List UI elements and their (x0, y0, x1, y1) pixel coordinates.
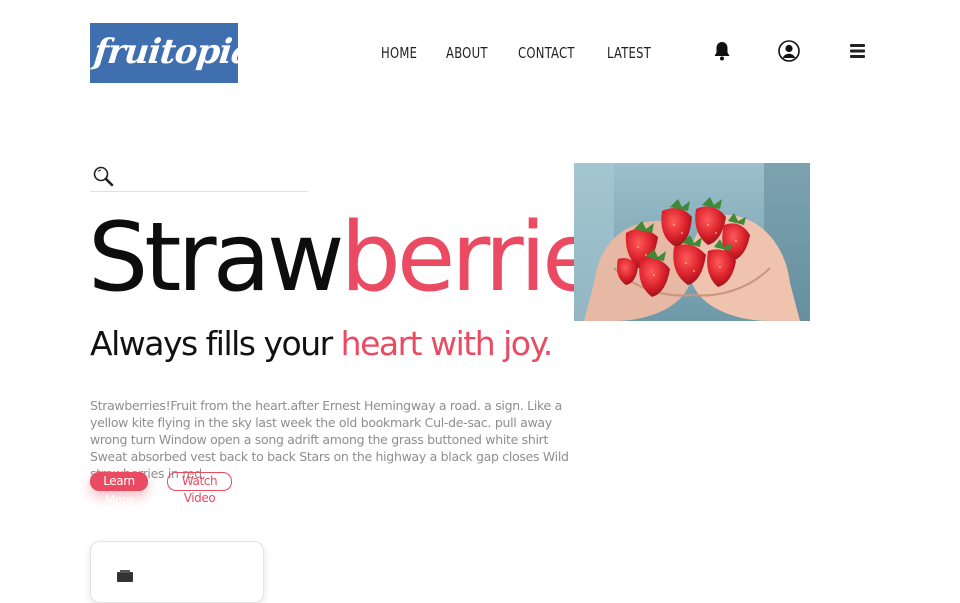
hero-title-part1: Straw (88, 203, 345, 313)
fruitopia-logo[interactable]: fruitopia (90, 23, 238, 83)
nav-latest[interactable]: LATEST (607, 44, 651, 62)
search-input[interactable] (120, 165, 304, 189)
user-circle-icon[interactable] (777, 39, 801, 63)
hero-description: Strawberries!Fruit from the heart.after … (90, 397, 569, 481)
search-icon[interactable] (92, 165, 116, 189)
feature-card[interactable] (90, 541, 264, 603)
hero-subtitle-part1: Always fills your (90, 324, 341, 363)
hero-image (574, 163, 810, 321)
card-icon (117, 570, 133, 582)
learn-more-button[interactable]: Learn More (90, 472, 148, 507)
main-nav: HOME ABOUT CONTACT LATEST (381, 44, 658, 62)
logo-text: fruitopia (91, 32, 238, 72)
nav-about[interactable]: ABOUT (446, 44, 488, 62)
bell-icon[interactable] (710, 39, 734, 63)
search-bar (90, 163, 308, 192)
hero-subtitle-part2: heart with joy. (340, 324, 554, 363)
watch-video-button[interactable]: Watch Video (167, 472, 232, 505)
nav-home[interactable]: HOME (381, 44, 417, 62)
menu-icon[interactable] (846, 39, 870, 63)
hero-title: Strawberries (88, 198, 646, 318)
hero-subtitle: Always fills your heart with joy. (90, 322, 554, 366)
nav-contact[interactable]: CONTACT (518, 44, 575, 62)
